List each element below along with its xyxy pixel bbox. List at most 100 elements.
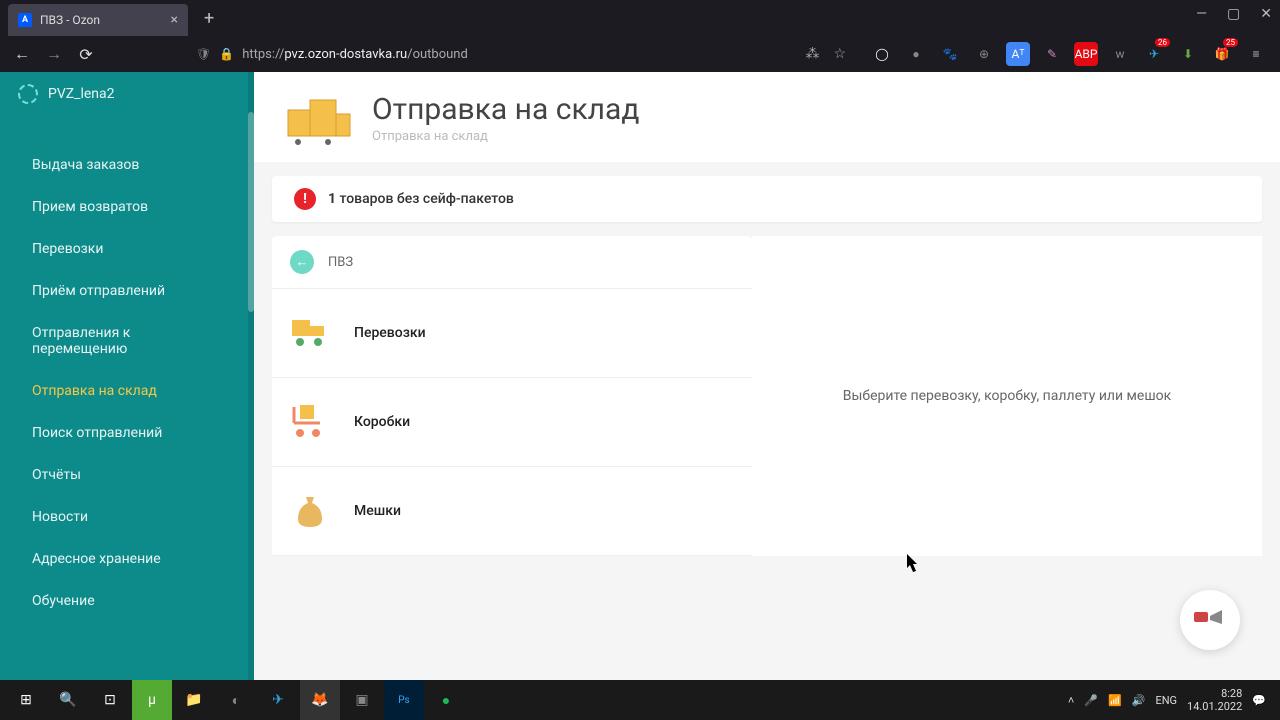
sidebar-item-novosti[interactable]: Новости [0,496,254,538]
sidebar-item-otpravleniya-peremeshenie[interactable]: Отправления к перемещению [0,312,254,370]
list-item-label: Перевозки [354,325,426,341]
tray-volume-icon[interactable]: 🔊 [1132,694,1146,707]
tab-bar: А ПВЗ - Ozon × + — ▢ ✕ [0,0,1280,36]
ext-icon[interactable]: 🎁25 [1210,42,1234,66]
ext-icon[interactable]: ⊕ [972,42,996,66]
sidebar-item-otchety[interactable]: Отчёты [0,454,254,496]
maximize-button[interactable]: ▢ [1227,6,1240,22]
scanner-icon [1192,606,1228,634]
taskbar-app-steam[interactable]: ◐ [216,680,256,720]
taskbar-app-photoshop[interactable]: Ps [384,680,424,720]
alert-icon: ! [294,188,316,210]
close-window-button[interactable]: ✕ [1260,6,1272,22]
taskbar-app-utorrent[interactable]: µ [132,680,172,720]
page-header: Отправка на склад Отправка на склад [254,72,1280,162]
sidebar-item-obuchenie[interactable]: Обучение [0,580,254,622]
right-panel: Выберите перевозку, коробку, паллету или… [752,236,1262,556]
windows-taskbar: ⊞ 🔍 ⊡ µ 📁 ◐ ✈ 🦊 ▣ Ps ● ˄ 🎤 📶 🔊 ENG 8:28 … [0,680,1280,720]
mouse-cursor-icon [902,554,920,581]
ext-icon[interactable]: ● [904,42,928,66]
placeholder-text: Выберите перевозку, коробку, паллету или… [843,388,1171,404]
extension-icons: ◯ ● 🐾 ⊕ Aᵀ ✎ ABP w ✈26 ⬇ 🎁25 ≡ [870,42,1268,66]
ext-translate-icon[interactable]: Aᵀ [1006,42,1030,66]
panel-row: ← ПВЗ Перевозки Коробки [272,236,1262,556]
ext-telegram-icon[interactable]: ✈26 [1142,42,1166,66]
forward-button[interactable]: → [44,44,64,64]
browser-tab[interactable]: А ПВЗ - Ozon × [8,4,188,36]
account-selector[interactable]: PVZ_lena2 [0,72,254,116]
browser-chrome: А ПВЗ - Ozon × + — ▢ ✕ ← → ⟳ 🛡 🔒 https:/… [0,0,1280,72]
page-content: PVZ_lena2 Выдача заказов Прием возвратов… [0,72,1280,680]
list-item-label: Мешки [354,503,401,519]
ext-icon[interactable]: ◯ [870,42,894,66]
taskbar-app-video[interactable]: ▣ [342,680,382,720]
alert-card[interactable]: ! 1 товаров без сейф-пакетов [272,176,1262,222]
back-button[interactable]: ← [12,44,32,64]
pvz-row[interactable]: ← ПВЗ [272,236,752,289]
taskbar-app-spotify[interactable]: ● [426,680,466,720]
sidebar-nav: Выдача заказов Прием возвратов Перевозки… [0,116,254,622]
taskbar-app-explorer[interactable]: 📁 [174,680,214,720]
list-item-label: Коробки [354,414,410,430]
cart-icon [290,402,330,442]
tray-chevron-icon[interactable]: ˄ [1068,694,1074,707]
sidebar-item-otpravka-sklad[interactable]: Отправка на склад [0,370,254,412]
taskbar-app-firefox[interactable]: 🦊 [300,680,340,720]
system-tray: ˄ 🎤 📶 🔊 ENG 8:28 14.01.2022 💬 [1068,687,1274,713]
tray-mic-icon[interactable]: 🎤 [1084,694,1098,707]
ext-adblock-icon[interactable]: ABP [1074,42,1098,66]
truck-icon [290,313,330,353]
sidebar-item-poisk[interactable]: Поиск отправлений [0,412,254,454]
url-text: https://pvz.ozon-dostavka.ru/outbound [242,47,468,62]
page-title: Отправка на склад [372,92,639,127]
tray-network-icon[interactable]: 📶 [1108,694,1122,707]
barcode-scanner-button[interactable] [1180,590,1240,650]
list-item-korobki[interactable]: Коробки [272,378,752,467]
pvz-badge-icon: ← [290,250,314,274]
sidebar-item-perevozki[interactable]: Перевозки [0,228,254,270]
left-panel: ← ПВЗ Перевозки Коробки [272,236,752,556]
header-titles: Отправка на склад Отправка на склад [372,92,639,144]
address-bar: ← → ⟳ 🛡 🔒 https://pvz.ozon-dostavka.ru/o… [0,36,1280,72]
tray-language[interactable]: ENG [1155,694,1177,707]
shield-icon: 🛡 [196,47,211,61]
sidebar-item-vydacha[interactable]: Выдача заказов [0,144,254,186]
ext-icon[interactable]: ✎ [1040,42,1064,66]
new-tab-button[interactable]: + [196,4,222,33]
ext-download-icon[interactable]: ⬇ [1176,42,1200,66]
list-item-meshki[interactable]: Мешки [272,467,752,556]
window-controls: — ▢ ✕ [1196,6,1272,22]
tab-favicon: А [18,13,32,27]
search-button[interactable]: 🔍 [48,680,88,720]
sack-icon [290,491,330,531]
account-icon [18,84,38,104]
sidebar: PVZ_lena2 Выдача заказов Прием возвратов… [0,72,254,680]
url-input[interactable]: 🛡 🔒 https://pvz.ozon-dostavka.ru/outboun… [188,40,788,68]
ext-icon[interactable]: 🐾 [938,42,962,66]
ext-vk-icon[interactable]: w [1108,42,1132,66]
close-icon[interactable]: × [171,12,178,28]
task-view-button[interactable]: ⊡ [90,680,130,720]
address-actions: ⁂ ☆ [805,46,846,62]
browser-menu-button[interactable]: ≡ [1244,42,1268,66]
alert-text: 1 товаров без сейф-пакетов [328,191,514,207]
tab-title: ПВЗ - Ozon [40,13,163,27]
lock-icon: 🔒 [219,47,234,61]
bookmark-icon[interactable]: ☆ [833,46,846,62]
reload-button[interactable]: ⟳ [76,45,96,64]
start-button[interactable]: ⊞ [6,680,46,720]
tray-notifications-icon[interactable]: 💬 [1252,694,1266,707]
tray-clock[interactable]: 8:28 14.01.2022 [1187,687,1242,713]
sidebar-item-priem-vozvratov[interactable]: Прием возвратов [0,186,254,228]
boxes-illustration-icon [282,92,352,148]
translate-icon[interactable]: ⁂ [805,46,819,62]
account-label: PVZ_lena2 [48,86,115,102]
pvz-label: ПВЗ [328,255,353,270]
page-subtitle: Отправка на склад [372,129,639,144]
main-area: Отправка на склад Отправка на склад ! 1 … [254,72,1280,680]
sidebar-item-priem-otpravlenij[interactable]: Приём отправлений [0,270,254,312]
minimize-button[interactable]: — [1196,6,1207,22]
sidebar-item-adresnoe[interactable]: Адресное хранение [0,538,254,580]
list-item-perevozki[interactable]: Перевозки [272,289,752,378]
taskbar-app-telegram[interactable]: ✈ [258,680,298,720]
